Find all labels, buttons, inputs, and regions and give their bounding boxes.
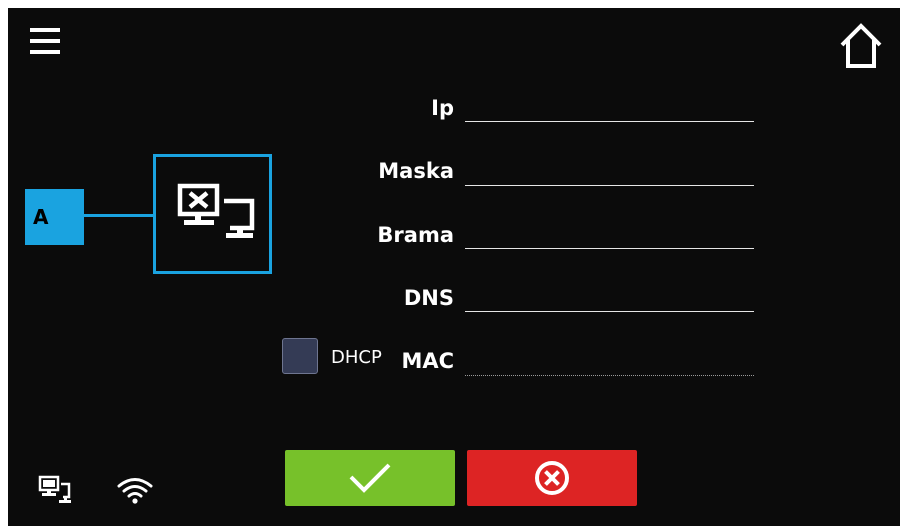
callout-connector-line (84, 214, 154, 217)
network-status-box[interactable] (153, 154, 272, 274)
dns-label: DNS (403, 286, 454, 310)
mac-underline (465, 375, 754, 376)
lan-icon (38, 474, 72, 506)
dhcp-checkbox[interactable] (282, 338, 318, 374)
cancel-circle-x-icon (535, 461, 569, 495)
device-screen (8, 8, 900, 526)
mac-value (465, 345, 754, 375)
callout-label-a: A (25, 189, 84, 245)
home-icon[interactable] (836, 20, 886, 70)
ip-label: Ip (431, 96, 454, 120)
dns-underline (465, 311, 754, 312)
mask-input[interactable] (465, 155, 758, 187)
ip-underline (465, 121, 754, 122)
checkmark-icon (349, 463, 391, 493)
gateway-input[interactable] (465, 218, 758, 250)
cancel-button[interactable] (467, 450, 637, 506)
gateway-label: Brama (377, 223, 454, 247)
mask-underline (465, 185, 754, 186)
gateway-underline (465, 248, 754, 249)
dhcp-label: DHCP (331, 347, 382, 368)
mac-label: MAC (401, 349, 454, 373)
dns-input[interactable] (465, 282, 758, 314)
mask-label: Maska (378, 159, 454, 183)
confirm-button[interactable] (285, 450, 455, 506)
network-disconnected-icon (177, 183, 255, 238)
wifi-icon (116, 475, 154, 505)
hamburger-menu-icon[interactable] (28, 22, 68, 62)
ip-input[interactable] (465, 92, 758, 124)
